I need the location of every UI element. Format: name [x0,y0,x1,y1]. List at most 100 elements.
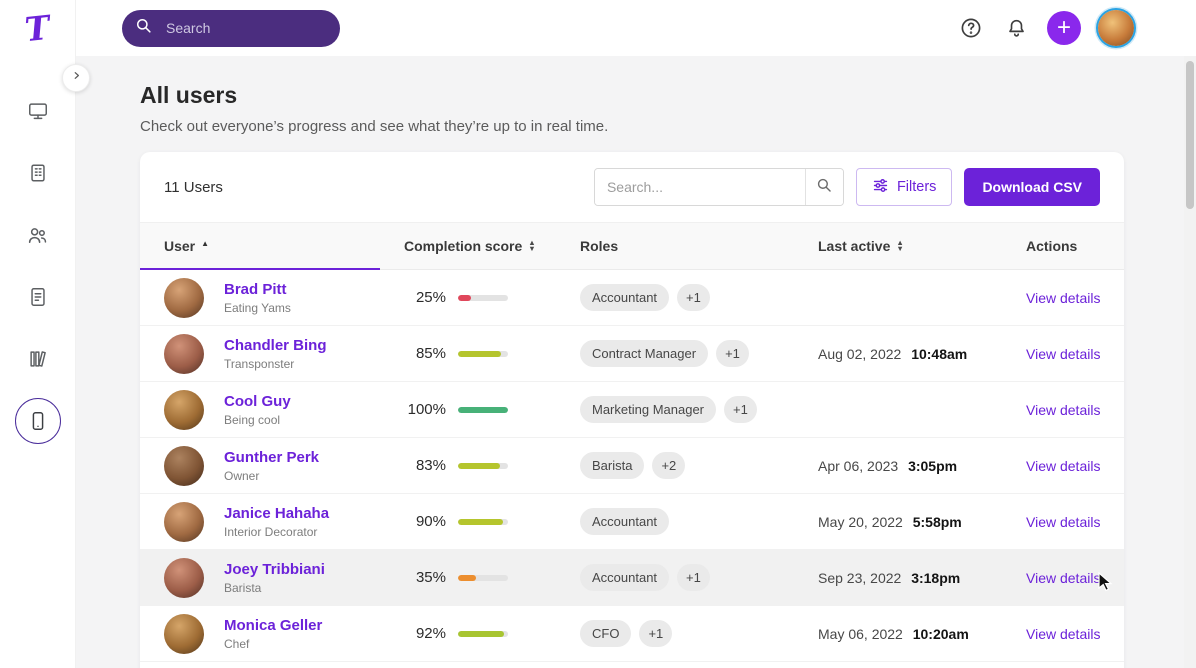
view-details-link[interactable]: View details [1026,626,1100,642]
user-name-link[interactable]: Joey Tribbiani [224,561,325,578]
user-name-link[interactable]: Brad Pitt [224,281,291,298]
building-icon [27,162,49,184]
sidebar-item-mobile[interactable] [15,398,61,444]
view-details-link[interactable]: View details [1026,458,1100,474]
score-label: 25% [404,289,446,306]
sort-icon: ▲▼ [896,240,903,253]
search-icon [134,16,154,41]
brand-logo: T [23,7,52,48]
view-details-link[interactable]: View details [1026,570,1100,586]
user-name-link[interactable]: Cool Guy [224,393,291,410]
column-header-completion-score[interactable]: Completion score ▲▼ [404,238,580,254]
more-roles-pill[interactable]: +1 [639,620,672,647]
active-sort-underline [140,268,380,270]
last-active-cell: May 20, 2022 5:58pm [818,514,1026,530]
brand-logo-cell[interactable]: T [0,0,76,56]
last-active-date: May 06, 2022 [818,626,903,642]
last-active-date: Sep 23, 2022 [818,570,901,586]
user-table-body: Brad Pitt Eating Yams 25% Accountant +1 V… [140,270,1124,662]
table-search-input[interactable] [595,169,805,205]
users-table-card: 11 Users [140,152,1124,668]
column-label: Actions [1026,238,1077,254]
user-cell: Cool Guy Being cool [164,390,404,430]
completion-score-cell: 92% [404,625,580,642]
score-bar-fill [458,407,508,413]
sidebar-item-company[interactable] [15,150,61,196]
score-bar [458,519,508,525]
user-name-link[interactable]: Gunther Perk [224,449,319,466]
column-label: User [164,238,195,254]
user-subtitle: Eating Yams [224,301,291,315]
score-bar [458,407,508,413]
view-details-link[interactable]: View details [1026,290,1100,306]
role-pill: Accountant [580,284,669,311]
score-label: 35% [404,569,446,586]
column-header-last-active[interactable]: Last active ▲▼ [818,238,1026,254]
user-name-link[interactable]: Chandler Bing [224,337,327,354]
user-avatar[interactable] [164,390,204,430]
more-roles-pill[interactable]: +1 [716,340,749,367]
user-subtitle: Interior Decorator [224,525,329,539]
add-button[interactable]: + [1047,11,1081,45]
download-csv-button[interactable]: Download CSV [964,168,1100,206]
user-avatar[interactable] [164,334,204,374]
notifications-bell-icon[interactable] [1002,14,1030,42]
user-name-link[interactable]: Monica Geller [224,617,322,634]
more-roles-pill[interactable]: +2 [652,452,685,479]
user-avatar[interactable] [164,278,204,318]
user-name-link[interactable]: Janice Hahaha [224,505,329,522]
user-meta: Monica Geller Chef [224,617,322,651]
sidebar-item-library[interactable] [15,336,61,382]
more-roles-pill[interactable]: +1 [677,284,710,311]
user-avatar[interactable] [164,502,204,542]
sort-ascending-icon: ▲ [201,239,209,248]
sidebar-item-documents[interactable] [15,274,61,320]
filters-button[interactable]: Filters [856,168,952,206]
help-button[interactable] [957,14,985,42]
user-meta: Brad Pitt Eating Yams [224,281,291,315]
role-pill: Accountant [580,564,669,591]
filter-sliders-icon [872,177,889,198]
score-bar-fill [458,631,504,637]
user-cell: Joey Tribbiani Barista [164,558,404,598]
table-search-button[interactable] [805,169,843,205]
score-bar-fill [458,519,503,525]
view-details-link[interactable]: View details [1026,346,1100,362]
scrollbar-thumb[interactable] [1186,61,1194,209]
table-row: Chandler Bing Transponster 85% Contract … [140,326,1124,382]
view-details-link[interactable]: View details [1026,402,1100,418]
user-avatar[interactable] [164,614,204,654]
table-row: Brad Pitt Eating Yams 25% Accountant +1 V… [140,270,1124,326]
user-profile-avatar[interactable] [1098,10,1134,46]
top-bar: T Search + [0,0,1196,56]
user-avatar[interactable] [164,558,204,598]
view-details-link[interactable]: View details [1026,514,1100,530]
sidebar-expand-button[interactable] [62,64,90,92]
actions-cell: View details [1026,626,1112,642]
search-label: Search [166,20,210,36]
last-active-time: 10:48am [911,346,967,362]
table-row: Gunther Perk Owner 83% Barista+2 Apr 06,… [140,438,1124,494]
last-active-cell: May 06, 2022 10:20am [818,626,1026,642]
score-bar-fill [458,463,500,469]
roles-cell: Barista+2 [580,452,818,479]
column-header-user[interactable]: User ▲ [164,238,404,254]
scrollbar [1184,56,1196,668]
last-active-date: Aug 02, 2022 [818,346,901,362]
roles-cell: Contract Manager+1 [580,340,818,367]
last-active-time: 10:20am [913,626,969,642]
global-search[interactable]: Search [122,10,340,47]
more-roles-pill[interactable]: +1 [677,564,710,591]
table-search [594,168,844,206]
table-row: Cool Guy Being cool 100% Marketing Manag… [140,382,1124,438]
phone-icon [27,410,49,432]
sort-icon: ▲▼ [528,240,535,253]
user-meta: Cool Guy Being cool [224,393,291,427]
user-avatar[interactable] [164,446,204,486]
score-label: 92% [404,625,446,642]
actions-cell: View details [1026,290,1112,306]
sidebar-item-people[interactable] [15,212,61,258]
sidebar-item-dashboard[interactable] [15,88,61,134]
more-roles-pill[interactable]: +1 [724,396,757,423]
last-active-cell: Apr 06, 2023 3:05pm [818,458,1026,474]
